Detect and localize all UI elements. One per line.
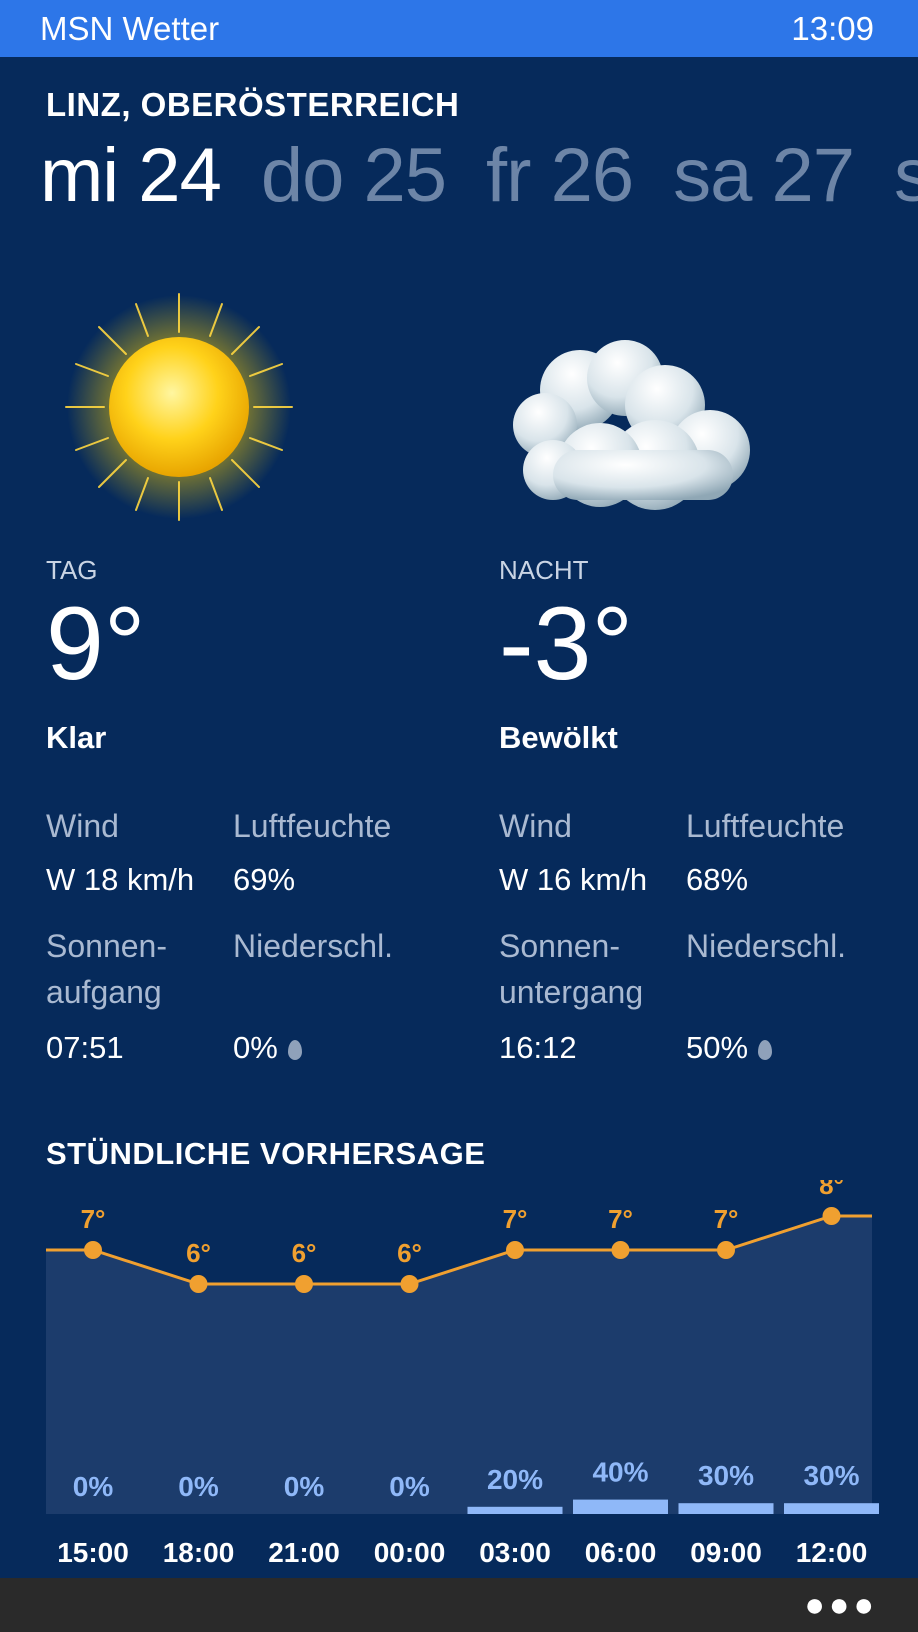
night-summary: NACHT -3° Bewölkt bbox=[499, 555, 918, 756]
precip-label: 0% bbox=[389, 1471, 430, 1502]
precip-label: 30% bbox=[698, 1460, 754, 1491]
hourly-forecast-title: STÜNDLICHE VORHERSAGE bbox=[46, 1136, 486, 1171]
precip-bar bbox=[678, 1503, 774, 1514]
more-icon[interactable]: ●●● bbox=[804, 1586, 878, 1625]
tab-day-2[interactable]: fr 26 bbox=[486, 132, 634, 212]
temperature-label: 6° bbox=[397, 1238, 422, 1268]
temperature-label: 6° bbox=[292, 1238, 317, 1268]
hour-label: 12:00 bbox=[796, 1537, 868, 1568]
precip-bar bbox=[573, 1499, 668, 1514]
temperature-point bbox=[400, 1275, 419, 1293]
hour-label: 18:00 bbox=[163, 1537, 235, 1568]
sunset-time: 16:12 bbox=[499, 1030, 577, 1065]
day-condition: Klar bbox=[46, 720, 107, 755]
night-humidity-label: Luftfeuchte bbox=[686, 808, 845, 844]
temperature-point bbox=[717, 1241, 735, 1259]
sunset-label-2: untergang bbox=[499, 974, 644, 1010]
hour-label: 21:00 bbox=[268, 1537, 340, 1568]
sunrise-time: 07:51 bbox=[46, 1030, 124, 1065]
day-summary: TAG 9° Klar bbox=[46, 555, 466, 756]
sunrise-label-2: aufgang bbox=[46, 974, 162, 1010]
night-wind-label: Wind bbox=[499, 808, 572, 844]
precip-label: 0% bbox=[73, 1471, 114, 1502]
day-wind-label: Wind bbox=[46, 808, 119, 844]
raindrop-icon bbox=[287, 1040, 302, 1060]
sunrise-label-1: Sonnen- bbox=[46, 928, 167, 964]
night-condition: Bewölkt bbox=[499, 720, 618, 755]
status-bar: MSN Wetter 13:09 bbox=[0, 0, 918, 57]
precip-label: 40% bbox=[592, 1457, 648, 1488]
temperature-label: 7° bbox=[714, 1204, 739, 1234]
night-precip-value: 50% bbox=[686, 1030, 749, 1065]
night-label: NACHT bbox=[499, 555, 589, 585]
day-precip-value: 0% bbox=[233, 1030, 278, 1065]
night-temperature: -3° bbox=[499, 586, 634, 702]
temperature-point bbox=[822, 1207, 841, 1225]
night-precip: 50% bbox=[686, 1030, 773, 1066]
precip-bar bbox=[467, 1506, 563, 1514]
tab-day-0[interactable]: mi 24 bbox=[40, 132, 222, 212]
location-title: LINZ, OBERÖSTERREICH bbox=[46, 86, 460, 123]
day-precip: 0% bbox=[233, 1030, 302, 1066]
hour-label: 15:00 bbox=[57, 1537, 129, 1568]
app-bar: ●●● bbox=[0, 1578, 918, 1632]
night-wind-value: W 16 km/h bbox=[499, 862, 648, 897]
temperature-point bbox=[189, 1275, 208, 1293]
day-wind-value: W 18 km/h bbox=[46, 862, 195, 897]
hour-label: 00:00 bbox=[374, 1537, 446, 1568]
day-temperature: 9° bbox=[46, 586, 146, 702]
temperature-label: 8° bbox=[819, 1180, 844, 1200]
night-humidity-value: 68% bbox=[686, 862, 749, 897]
sun-icon bbox=[65, 293, 293, 521]
precip-label: 0% bbox=[178, 1471, 219, 1502]
day-humidity-label: Luftfeuchte bbox=[233, 808, 392, 844]
tab-day-4[interactable]: s bbox=[894, 132, 918, 212]
hour-label: 09:00 bbox=[690, 1537, 762, 1568]
precip-label: 20% bbox=[487, 1464, 543, 1495]
sunset-label-1: Sonnen- bbox=[499, 928, 620, 964]
temperature-point bbox=[611, 1241, 630, 1259]
precip-bar bbox=[784, 1503, 879, 1514]
precip-label: 30% bbox=[803, 1460, 859, 1491]
temperature-label: 7° bbox=[503, 1204, 528, 1234]
precip-label: 0% bbox=[284, 1471, 325, 1502]
temperature-label: 6° bbox=[186, 1238, 211, 1268]
app-title: MSN Wetter bbox=[40, 10, 220, 47]
hour-label: 03:00 bbox=[479, 1537, 551, 1568]
temperature-point bbox=[506, 1241, 524, 1259]
temperature-label: 7° bbox=[608, 1204, 633, 1234]
hour-label: 06:00 bbox=[585, 1537, 657, 1568]
tab-day-3[interactable]: sa 27 bbox=[673, 132, 855, 212]
cloud-icon bbox=[513, 340, 750, 510]
hourly-forecast-chart: 7° 0% 15:00 6° 0% 18:00 6° 0% 21:00 6° 0% 00:00 7° 20… bbox=[46, 1180, 879, 1568]
clock: 13:09 bbox=[791, 10, 874, 47]
day-pivot[interactable]: mi 24 do 25 fr 26 sa 27 s bbox=[40, 132, 918, 212]
day-precip-label: Niederschl. bbox=[233, 928, 394, 964]
raindrop-icon bbox=[758, 1040, 773, 1060]
day-humidity-value: 69% bbox=[233, 862, 296, 897]
temperature-point bbox=[84, 1241, 102, 1259]
temperature-point bbox=[295, 1275, 313, 1293]
temperature-label: 7° bbox=[81, 1204, 106, 1234]
day-label: TAG bbox=[46, 555, 98, 585]
night-precip-label: Niederschl. bbox=[686, 928, 847, 964]
tab-day-1[interactable]: do 25 bbox=[261, 132, 447, 212]
